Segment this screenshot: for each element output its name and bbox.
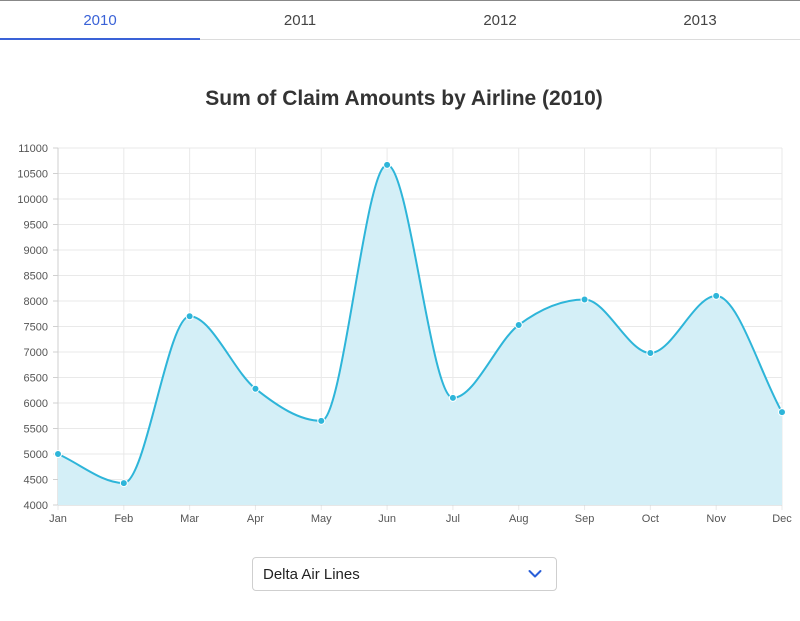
y-tick-label: 5500 xyxy=(24,424,48,436)
data-point[interactable] xyxy=(448,393,457,402)
y-tick-label: 7000 xyxy=(24,347,48,359)
y-tick-label: 10500 xyxy=(17,169,48,181)
x-tick-label: Nov xyxy=(706,513,726,525)
data-point[interactable] xyxy=(317,416,326,425)
x-tick-label: Jun xyxy=(378,513,396,525)
data-point[interactable] xyxy=(383,160,392,169)
y-tick-label: 7500 xyxy=(24,322,48,334)
data-point[interactable] xyxy=(54,450,62,458)
data-point[interactable] xyxy=(778,408,786,417)
data-point[interactable] xyxy=(514,320,523,329)
area-chart: 4000 4500 5000 5500 6000 6500 7000 7500 8000 8500… xyxy=(17,143,792,525)
data-point[interactable] xyxy=(646,349,655,358)
x-tick-label: May xyxy=(311,513,332,525)
y-tick-label: 8500 xyxy=(24,271,48,283)
x-tick-label: Aug xyxy=(509,513,529,525)
y-tick-label: 10000 xyxy=(17,194,48,206)
y-tick-label: 5000 xyxy=(24,449,48,461)
airline-select-value: Delta Air Lines xyxy=(263,566,360,583)
y-tick-label: 9000 xyxy=(24,245,48,257)
y-tick-label: 4500 xyxy=(24,475,48,487)
chart-series-area xyxy=(57,163,783,505)
x-tick-label: Mar xyxy=(180,513,199,525)
x-tick-label: Jul xyxy=(446,513,460,525)
x-tick-label: Apr xyxy=(247,513,264,525)
x-tick-label: Sep xyxy=(575,513,595,525)
data-point[interactable] xyxy=(580,295,589,304)
data-point[interactable] xyxy=(712,291,721,300)
x-tick-label: Dec xyxy=(772,513,792,525)
x-tick-label: Feb xyxy=(114,513,133,525)
y-tick-label: 9500 xyxy=(24,220,48,232)
airline-select[interactable]: Delta Air Lines xyxy=(252,557,557,591)
data-point[interactable] xyxy=(185,312,194,321)
data-point[interactable] xyxy=(119,479,128,488)
y-tick-label: 6000 xyxy=(24,398,48,410)
y-tick-label: 4000 xyxy=(24,500,48,512)
chevron-down-icon xyxy=(528,570,542,578)
data-point[interactable] xyxy=(251,384,260,393)
series-area-fill xyxy=(58,164,782,505)
x-tick-label: Oct xyxy=(642,513,659,525)
y-tick-label: 11000 xyxy=(18,143,48,155)
y-tick-label: 8000 xyxy=(24,296,48,308)
x-tick-label: Jan xyxy=(49,513,67,525)
y-tick-label: 6500 xyxy=(24,373,48,385)
